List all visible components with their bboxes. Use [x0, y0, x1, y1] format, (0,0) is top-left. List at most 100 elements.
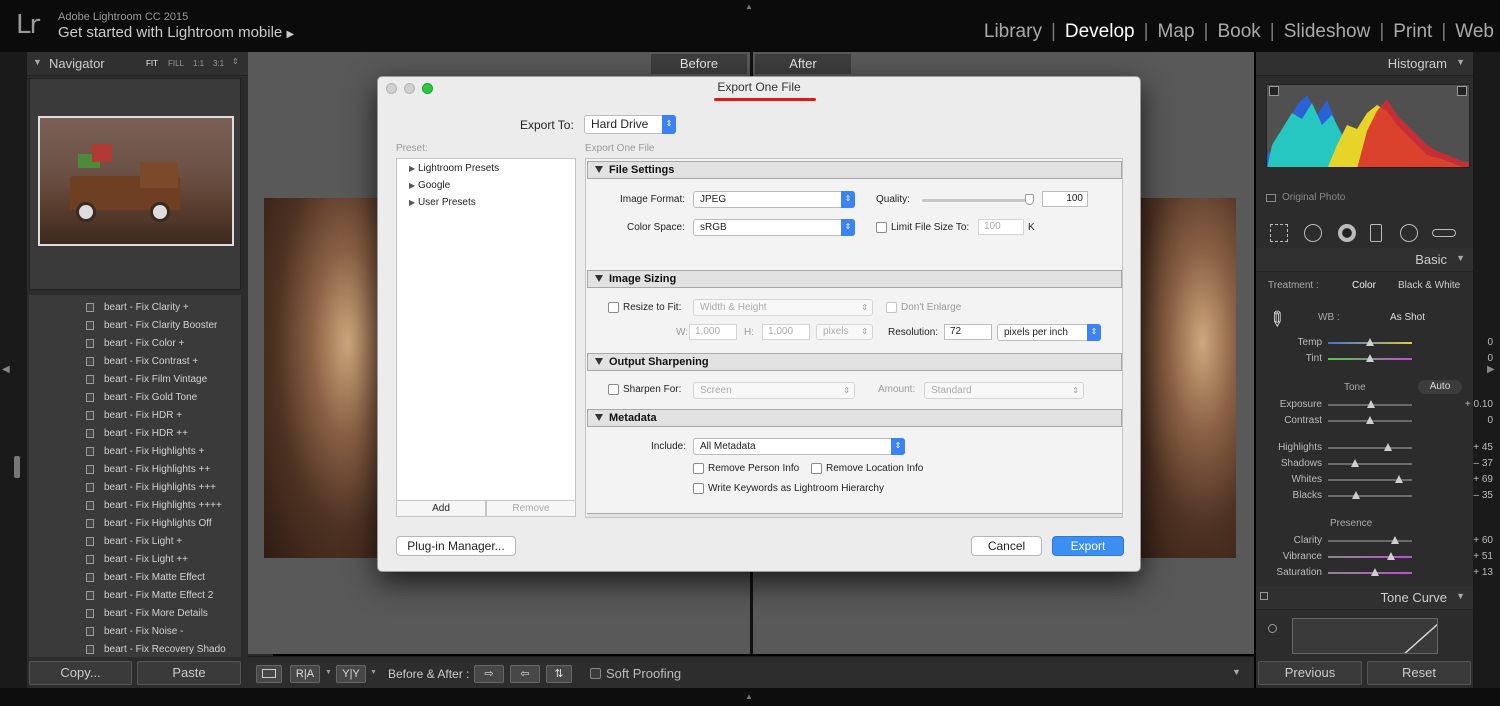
zoom-fill[interactable]: FILL	[168, 59, 184, 68]
left-panel-toggle-icon[interactable]: ◀	[2, 364, 10, 375]
navigator-thumbnail[interactable]	[38, 116, 234, 246]
before-after-lr-button[interactable]: R|A	[290, 665, 320, 683]
radial-filter-icon[interactable]	[1400, 224, 1418, 242]
limit-file-size-field[interactable]: 100	[978, 219, 1024, 235]
add-preset-button[interactable]: Add	[396, 500, 486, 517]
before-after-tb-button[interactable]: Y|Y	[336, 665, 366, 683]
shadow-clipping-icon[interactable]	[1269, 86, 1279, 96]
before-photo[interactable]	[264, 198, 384, 558]
resolution-field[interactable]: 72	[944, 324, 992, 340]
file-settings-header[interactable]: File Settings	[587, 161, 1122, 179]
width-field[interactable]: 1,000	[689, 324, 737, 340]
copy-button[interactable]: Copy...	[29, 661, 132, 685]
module-develop[interactable]: Develop	[1065, 21, 1135, 43]
height-field[interactable]: 1,000	[762, 324, 810, 340]
tone-curve-header[interactable]: Tone Curve ▼	[1256, 586, 1473, 610]
swap-before-after-button[interactable]: ⇅	[546, 665, 572, 683]
sharpen-for-select[interactable]: Screen ⇕	[693, 382, 855, 399]
basic-header[interactable]: Basic ▼	[1256, 248, 1473, 272]
preset-item[interactable]: beart - Fix Light ++	[29, 551, 241, 569]
slider-shadows[interactable]: Shadows – 37	[1256, 457, 1500, 471]
preset-item[interactable]: beart - Fix More Details	[29, 605, 241, 623]
module-web[interactable]: Web	[1455, 21, 1494, 43]
soft-proofing-checkbox[interactable]	[590, 668, 601, 679]
graduated-filter-icon[interactable]	[1370, 224, 1382, 242]
preset-folder-google[interactable]: ▶ Google	[409, 180, 450, 191]
export-to-select[interactable]: Hard Drive ⇕	[584, 115, 676, 134]
preset-item[interactable]: beart - Fix Highlights ++++	[29, 497, 241, 515]
slider-whites[interactable]: Whites + 69	[1256, 473, 1500, 487]
quality-slider[interactable]	[922, 199, 1032, 202]
output-sharpening-header[interactable]: Output Sharpening	[587, 353, 1122, 371]
wb-eyedropper-icon[interactable]: ✎	[1262, 304, 1293, 335]
preset-item[interactable]: beart - Fix HDR ++	[29, 425, 241, 443]
module-slideshow[interactable]: Slideshow	[1284, 21, 1371, 43]
dropdown-arrow-icon[interactable]: ▼	[370, 669, 377, 676]
treatment-color[interactable]: Color	[1352, 280, 1376, 291]
zoom-3to1[interactable]: 3:1	[213, 59, 224, 68]
preset-folder-user[interactable]: ▶ User Presets	[409, 197, 476, 208]
export-button[interactable]: Export	[1052, 536, 1124, 556]
preset-item[interactable]: beart - Fix Clarity +	[29, 299, 241, 317]
red-eye-icon[interactable]	[1338, 224, 1356, 242]
metadata-header[interactable]: Metadata	[587, 409, 1122, 427]
previous-button[interactable]: Previous	[1258, 661, 1362, 685]
identity-plate[interactable]: Get started with Lightroom mobile ▶	[58, 24, 294, 41]
preset-item[interactable]: beart - Fix Highlights Off	[29, 515, 241, 533]
top-panel-toggle-icon[interactable]: ▲	[745, 2, 753, 11]
copy-before-to-after-button[interactable]: ⇨	[474, 665, 504, 683]
wb-value[interactable]: As Shot	[1390, 312, 1425, 323]
preset-folder-lightroom[interactable]: ▶ Lightroom Presets	[409, 163, 499, 174]
slider-exposure[interactable]: Exposure + 0.10	[1256, 398, 1500, 412]
amount-select[interactable]: Standard ⇕	[924, 382, 1084, 399]
preset-item[interactable]: beart - Fix HDR +	[29, 407, 241, 425]
preset-item[interactable]: beart - Fix Light +	[29, 533, 241, 551]
reset-button[interactable]: Reset	[1367, 661, 1471, 685]
slider-tint[interactable]: Tint 0	[1256, 352, 1500, 366]
image-format-select[interactable]: JPEG ⇕	[693, 191, 855, 208]
module-map[interactable]: Map	[1158, 21, 1195, 43]
crop-overlay-icon[interactable]	[1270, 224, 1288, 242]
slider-clarity[interactable]: Clarity + 60	[1256, 534, 1500, 548]
preset-item[interactable]: beart - Fix Matte Effect	[29, 569, 241, 587]
write-keywords-checkbox[interactable]	[693, 483, 704, 494]
module-print[interactable]: Print	[1393, 21, 1432, 43]
remove-preset-button[interactable]: Remove	[486, 500, 576, 517]
preset-item[interactable]: beart - Fix Gold Tone	[29, 389, 241, 407]
image-sizing-header[interactable]: Image Sizing	[587, 270, 1122, 288]
treatment-bw[interactable]: Black & White	[1398, 280, 1460, 291]
toolbar-menu-icon[interactable]: ▼	[1232, 667, 1241, 677]
dont-enlarge-checkbox[interactable]	[886, 302, 897, 313]
filmstrip-toggle-icon[interactable]: ▲	[745, 692, 753, 701]
remove-location-info-checkbox[interactable]	[811, 463, 822, 474]
preset-item[interactable]: beart - Fix Color +	[29, 335, 241, 353]
remove-person-info-checkbox[interactable]	[693, 463, 704, 474]
spot-removal-icon[interactable]	[1304, 224, 1322, 242]
highlight-clipping-icon[interactable]	[1457, 86, 1467, 96]
paste-button[interactable]: Paste	[137, 661, 241, 685]
slider-contrast[interactable]: Contrast 0	[1256, 414, 1500, 428]
preset-item[interactable]: beart - Fix Film Vintage	[29, 371, 241, 389]
sharpen-for-checkbox[interactable]	[608, 384, 619, 395]
tone-curve-toggle-icon[interactable]	[1260, 592, 1268, 600]
zoom-fit[interactable]: FIT	[146, 59, 158, 68]
slider-blacks[interactable]: Blacks – 35	[1256, 489, 1500, 503]
limit-file-size-checkbox[interactable]	[876, 222, 887, 233]
module-library[interactable]: Library	[984, 21, 1042, 43]
preset-item[interactable]: beart - Fix Noise -	[29, 623, 241, 641]
histogram[interactable]	[1266, 84, 1470, 168]
auto-button[interactable]: Auto	[1418, 380, 1462, 394]
quality-slider-knob[interactable]	[1025, 194, 1034, 205]
dropdown-arrow-icon[interactable]: ▼	[325, 669, 332, 676]
preset-item[interactable]: beart - Fix Highlights +++	[29, 479, 241, 497]
loupe-view-button[interactable]	[256, 665, 282, 683]
resolution-unit-select[interactable]: pixels per inch ⇕	[997, 324, 1101, 341]
navigator-header[interactable]: ▼ Navigator FIT FILL 1:1 3:1 ⇕	[27, 52, 273, 76]
adjustment-brush-icon[interactable]	[1432, 229, 1456, 237]
preset-item[interactable]: beart - Fix Recovery Shado	[29, 641, 241, 657]
slider-saturation[interactable]: Saturation + 13	[1256, 566, 1500, 580]
color-space-select[interactable]: sRGB ⇕	[693, 219, 855, 236]
tone-curve-graph[interactable]	[1292, 618, 1438, 654]
preset-item[interactable]: beart - Fix Highlights +	[29, 443, 241, 461]
plugin-manager-button[interactable]: Plug-in Manager...	[396, 536, 516, 556]
